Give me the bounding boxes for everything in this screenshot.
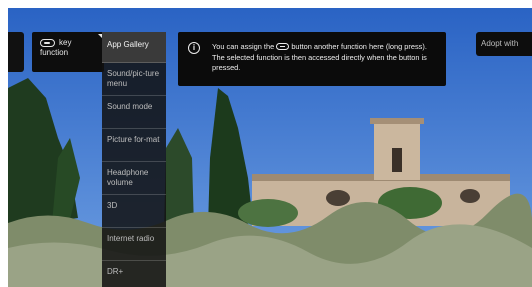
info-icon: i: [188, 42, 200, 54]
menu-item-picture-format[interactable]: Picture for-mat: [102, 129, 166, 162]
key-tile-label-line2: function: [40, 48, 69, 57]
menu-item-headphone-volume[interactable]: Headphone volume: [102, 162, 166, 195]
menu-item-label: Headphone volume: [107, 168, 149, 187]
info-text-part1: You can assign the: [212, 42, 275, 51]
tv-screen: key function App Gallery Sound/pic-ture …: [8, 8, 532, 287]
menu-item-label: Sound/pic-ture menu: [107, 69, 160, 88]
menu-item-label: Sound mode: [107, 102, 153, 111]
menu-item-sound-picture-menu[interactable]: Sound/pic-ture menu: [102, 63, 166, 96]
menu-item-label: Internet radio: [107, 234, 155, 243]
menu-item-app-gallery[interactable]: App Gallery: [102, 32, 166, 63]
remote-key-icon: [276, 43, 290, 50]
info-panel: i You can assign the button another func…: [178, 32, 446, 86]
menu-item-sound-mode[interactable]: Sound mode: [102, 96, 166, 129]
adopt-with-button[interactable]: Adopt with: [476, 32, 532, 56]
info-text: You can assign the button another functi…: [212, 42, 440, 74]
previous-tile[interactable]: [8, 32, 24, 72]
key-tile-label-line1: key: [59, 38, 72, 47]
menu-item-internet-radio[interactable]: Internet radio: [102, 228, 166, 261]
remote-key-icon: [40, 39, 55, 47]
function-menu: App Gallery Sound/pic-ture menu Sound mo…: [102, 32, 166, 287]
key-function-tile[interactable]: key function: [32, 32, 104, 72]
menu-item-3d[interactable]: 3D: [102, 195, 166, 228]
menu-item-label: Picture for-mat: [107, 135, 160, 144]
menu-item-label: DR+: [107, 267, 124, 276]
menu-item-label: App Gallery: [107, 40, 149, 49]
menu-item-dr-plus[interactable]: DR+: [102, 261, 166, 287]
adopt-button-label: Adopt with: [481, 39, 519, 48]
menu-item-label: 3D: [107, 201, 118, 210]
